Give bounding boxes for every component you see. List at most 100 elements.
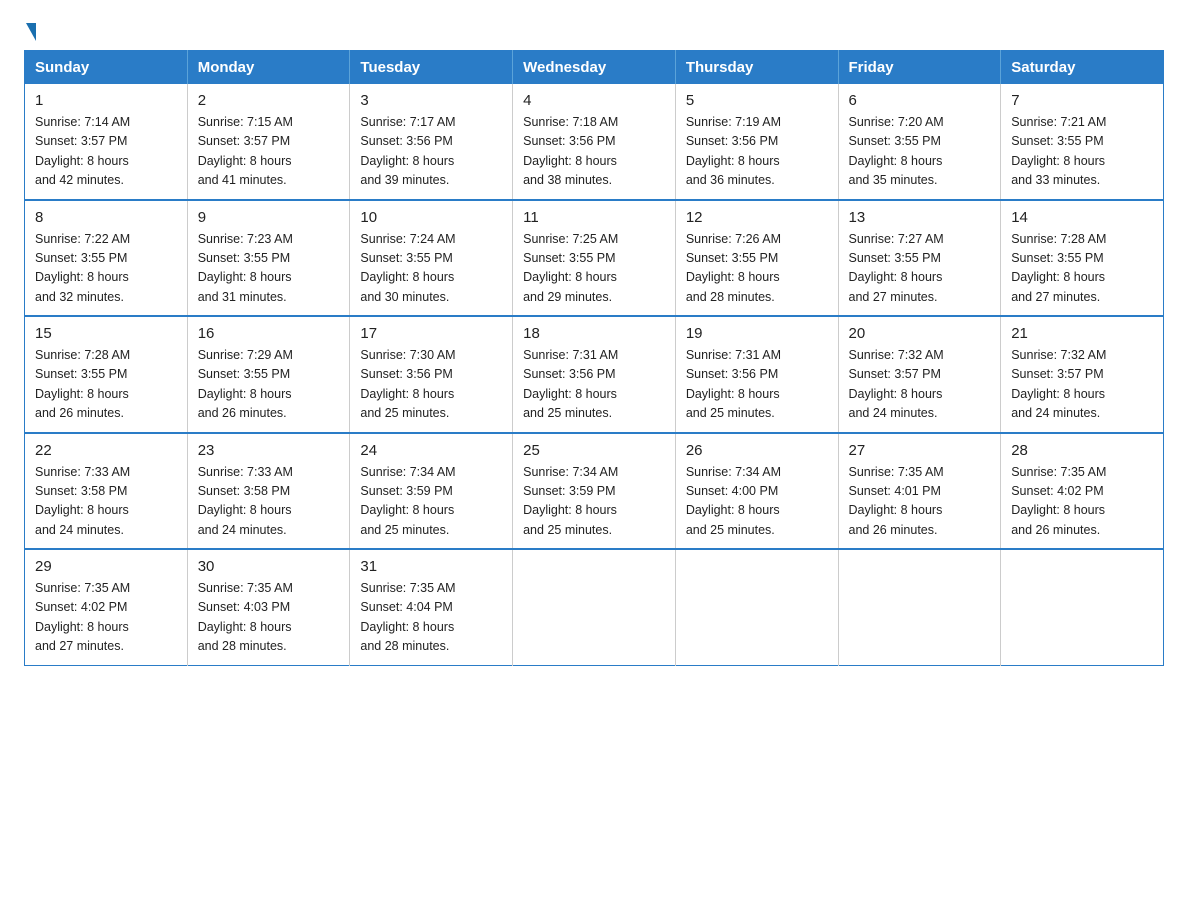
day-info: Sunrise: 7:19 AMSunset: 3:56 PMDaylight:…	[686, 113, 828, 191]
day-cell: 3Sunrise: 7:17 AMSunset: 3:56 PMDaylight…	[350, 84, 513, 200]
day-number: 31	[360, 558, 502, 575]
day-info: Sunrise: 7:33 AMSunset: 3:58 PMDaylight:…	[198, 463, 340, 541]
day-cell: 1 Sunrise: 7:14 AMSunset: 3:57 PMDaylight…	[25, 84, 188, 200]
day-cell: 5Sunrise: 7:19 AMSunset: 3:56 PMDaylight…	[675, 84, 838, 200]
day-info: Sunrise: 7:28 AMSunset: 3:55 PMDaylight:…	[1011, 230, 1153, 308]
header	[24, 20, 1164, 34]
day-number: 21	[1011, 325, 1153, 342]
col-header-friday: Friday	[838, 51, 1001, 85]
day-info: Sunrise: 7:33 AMSunset: 3:58 PMDaylight:…	[35, 463, 177, 541]
day-cell: 19Sunrise: 7:31 AMSunset: 3:56 PMDayligh…	[675, 316, 838, 433]
day-number: 12	[686, 209, 828, 226]
day-cell: 27 Sunrise: 7:35 AMSunset: 4:01 PMDayligh…	[838, 433, 1001, 550]
day-info: Sunrise: 7:18 AMSunset: 3:56 PMDaylight:…	[523, 113, 665, 191]
week-row-2: 8 Sunrise: 7:22 AMSunset: 3:55 PMDaylight…	[25, 200, 1164, 317]
day-number: 23	[198, 442, 340, 459]
day-cell: 7Sunrise: 7:21 AMSunset: 3:55 PMDaylight…	[1001, 84, 1164, 200]
day-info: Sunrise: 7:32 AMSunset: 3:57 PMDaylight:…	[849, 346, 991, 424]
col-header-wednesday: Wednesday	[513, 51, 676, 85]
day-number: 6	[849, 92, 991, 109]
day-number: 17	[360, 325, 502, 342]
day-info: Sunrise: 7:32 AMSunset: 3:57 PMDaylight:…	[1011, 346, 1153, 424]
day-cell: 9 Sunrise: 7:23 AMSunset: 3:55 PMDaylight…	[187, 200, 350, 317]
day-number: 30	[198, 558, 340, 575]
day-cell: 30 Sunrise: 7:35 AMSunset: 4:03 PMDayligh…	[187, 549, 350, 665]
week-row-4: 22 Sunrise: 7:33 AMSunset: 3:58 PMDayligh…	[25, 433, 1164, 550]
day-number: 27	[849, 442, 991, 459]
col-header-thursday: Thursday	[675, 51, 838, 85]
day-number: 28	[1011, 442, 1153, 459]
day-cell: 18 Sunrise: 7:31 AMSunset: 3:56 PMDayligh…	[513, 316, 676, 433]
day-info: Sunrise: 7:22 AMSunset: 3:55 PMDaylight:…	[35, 230, 177, 308]
day-number: 18	[523, 325, 665, 342]
day-number: 7	[1011, 92, 1153, 109]
day-info: Sunrise: 7:14 AMSunset: 3:57 PMDaylight:…	[35, 113, 177, 191]
day-cell: 20Sunrise: 7:32 AMSunset: 3:57 PMDayligh…	[838, 316, 1001, 433]
day-number: 11	[523, 209, 665, 226]
day-info: Sunrise: 7:23 AMSunset: 3:55 PMDaylight:…	[198, 230, 340, 308]
col-header-saturday: Saturday	[1001, 51, 1164, 85]
day-cell: 14 Sunrise: 7:28 AMSunset: 3:55 PMDayligh…	[1001, 200, 1164, 317]
col-header-monday: Monday	[187, 51, 350, 85]
day-number: 1	[35, 92, 177, 109]
day-cell: 21 Sunrise: 7:32 AMSunset: 3:57 PMDayligh…	[1001, 316, 1164, 433]
day-info: Sunrise: 7:35 AMSunset: 4:03 PMDaylight:…	[198, 579, 340, 657]
day-number: 16	[198, 325, 340, 342]
week-row-3: 15Sunrise: 7:28 AMSunset: 3:55 PMDayligh…	[25, 316, 1164, 433]
day-number: 25	[523, 442, 665, 459]
day-number: 15	[35, 325, 177, 342]
day-info: Sunrise: 7:15 AMSunset: 3:57 PMDaylight:…	[198, 113, 340, 191]
week-row-5: 29 Sunrise: 7:35 AMSunset: 4:02 PMDayligh…	[25, 549, 1164, 665]
logo	[24, 20, 36, 34]
day-number: 8	[35, 209, 177, 226]
day-cell: 2 Sunrise: 7:15 AMSunset: 3:57 PMDaylight…	[187, 84, 350, 200]
day-info: Sunrise: 7:30 AMSunset: 3:56 PMDaylight:…	[360, 346, 502, 424]
day-info: Sunrise: 7:27 AMSunset: 3:55 PMDaylight:…	[849, 230, 991, 308]
calendar-body: 1 Sunrise: 7:14 AMSunset: 3:57 PMDaylight…	[25, 84, 1164, 665]
day-cell: 25Sunrise: 7:34 AMSunset: 3:59 PMDayligh…	[513, 433, 676, 550]
day-cell: 4 Sunrise: 7:18 AMSunset: 3:56 PMDaylight…	[513, 84, 676, 200]
day-number: 9	[198, 209, 340, 226]
day-info: Sunrise: 7:24 AMSunset: 3:55 PMDaylight:…	[360, 230, 502, 308]
page: SundayMondayTuesdayWednesdayThursdayFrid…	[0, 0, 1188, 690]
day-number: 4	[523, 92, 665, 109]
day-info: Sunrise: 7:25 AMSunset: 3:55 PMDaylight:…	[523, 230, 665, 308]
day-number: 24	[360, 442, 502, 459]
day-info: Sunrise: 7:35 AMSunset: 4:02 PMDaylight:…	[35, 579, 177, 657]
day-cell	[675, 549, 838, 665]
day-cell: 8 Sunrise: 7:22 AMSunset: 3:55 PMDaylight…	[25, 200, 188, 317]
day-cell: 11 Sunrise: 7:25 AMSunset: 3:55 PMDayligh…	[513, 200, 676, 317]
day-cell: 13 Sunrise: 7:27 AMSunset: 3:55 PMDayligh…	[838, 200, 1001, 317]
day-cell: 6Sunrise: 7:20 AMSunset: 3:55 PMDaylight…	[838, 84, 1001, 200]
day-number: 22	[35, 442, 177, 459]
logo-arrow-icon	[26, 23, 36, 41]
header-row: SundayMondayTuesdayWednesdayThursdayFrid…	[25, 51, 1164, 85]
day-info: Sunrise: 7:29 AMSunset: 3:55 PMDaylight:…	[198, 346, 340, 424]
day-cell: 31 Sunrise: 7:35 AMSunset: 4:04 PMDayligh…	[350, 549, 513, 665]
logo-line1	[24, 20, 36, 38]
day-cell	[838, 549, 1001, 665]
day-info: Sunrise: 7:35 AMSunset: 4:04 PMDaylight:…	[360, 579, 502, 657]
day-number: 13	[849, 209, 991, 226]
day-number: 2	[198, 92, 340, 109]
day-number: 10	[360, 209, 502, 226]
day-number: 14	[1011, 209, 1153, 226]
day-cell: 17 Sunrise: 7:30 AMSunset: 3:56 PMDayligh…	[350, 316, 513, 433]
day-info: Sunrise: 7:34 AMSunset: 4:00 PMDaylight:…	[686, 463, 828, 541]
day-info: Sunrise: 7:31 AMSunset: 3:56 PMDaylight:…	[686, 346, 828, 424]
day-cell: 15Sunrise: 7:28 AMSunset: 3:55 PMDayligh…	[25, 316, 188, 433]
day-info: Sunrise: 7:35 AMSunset: 4:01 PMDaylight:…	[849, 463, 991, 541]
day-cell: 29 Sunrise: 7:35 AMSunset: 4:02 PMDayligh…	[25, 549, 188, 665]
col-header-tuesday: Tuesday	[350, 51, 513, 85]
day-cell	[1001, 549, 1164, 665]
calendar-table: SundayMondayTuesdayWednesdayThursdayFrid…	[24, 50, 1164, 666]
day-info: Sunrise: 7:31 AMSunset: 3:56 PMDaylight:…	[523, 346, 665, 424]
week-row-1: 1 Sunrise: 7:14 AMSunset: 3:57 PMDaylight…	[25, 84, 1164, 200]
day-info: Sunrise: 7:34 AMSunset: 3:59 PMDaylight:…	[360, 463, 502, 541]
day-info: Sunrise: 7:17 AMSunset: 3:56 PMDaylight:…	[360, 113, 502, 191]
day-cell: 12Sunrise: 7:26 AMSunset: 3:55 PMDayligh…	[675, 200, 838, 317]
day-cell: 28Sunrise: 7:35 AMSunset: 4:02 PMDayligh…	[1001, 433, 1164, 550]
day-cell: 26Sunrise: 7:34 AMSunset: 4:00 PMDayligh…	[675, 433, 838, 550]
day-number: 29	[35, 558, 177, 575]
day-cell	[513, 549, 676, 665]
